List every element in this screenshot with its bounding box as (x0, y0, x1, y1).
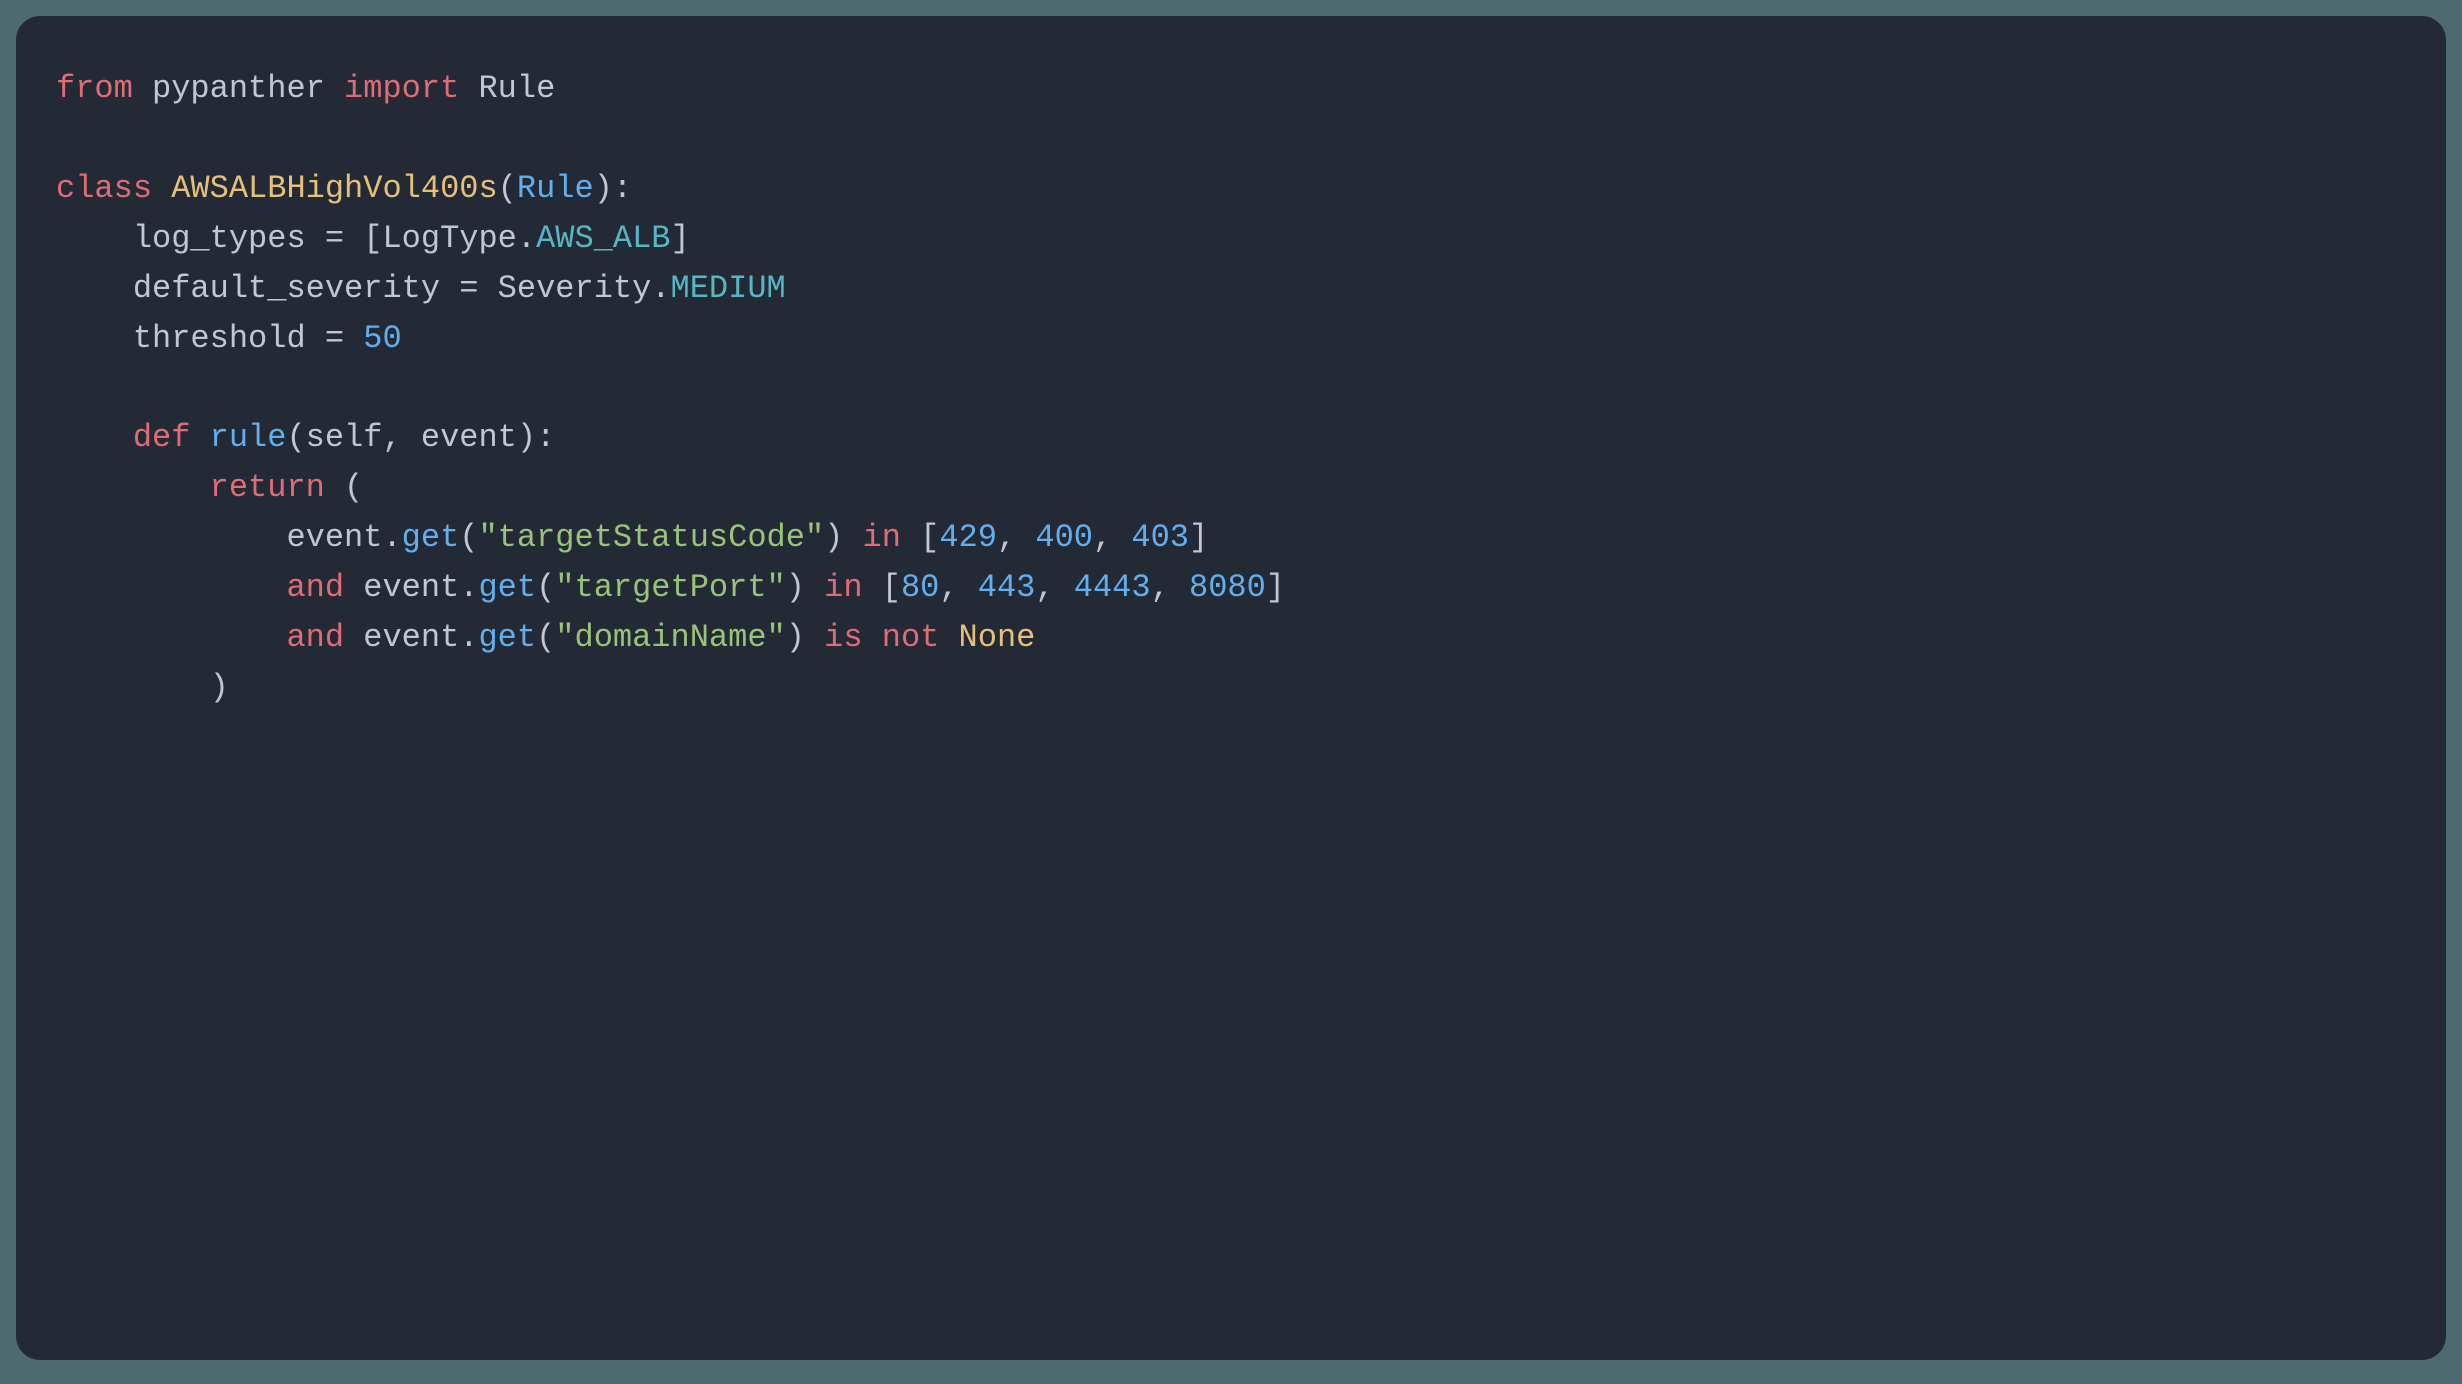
number-80: 80 (901, 569, 939, 606)
paren-close: ) (824, 519, 862, 556)
number-8080: 8080 (1189, 569, 1266, 606)
keyword-import: import (344, 70, 459, 107)
paren-open: ( (286, 419, 305, 456)
paren-close: ) (786, 569, 824, 606)
keyword-is: is (824, 619, 862, 656)
comma: , (382, 419, 420, 456)
paren-close-colon: ): (594, 170, 632, 207)
bracket-open: [ (863, 569, 901, 606)
obj-event: event (363, 619, 459, 656)
fn-rule: rule (210, 419, 287, 456)
space (344, 569, 363, 606)
number-443: 443 (978, 569, 1036, 606)
paren-close: ) (786, 619, 824, 656)
dot: . (651, 270, 670, 307)
code-block: from pypanther import Rule class AWSALBH… (56, 64, 2406, 713)
dot: . (517, 220, 536, 257)
attr-medium: MEDIUM (671, 270, 786, 307)
method-get: get (478, 569, 536, 606)
param-self: self (306, 419, 383, 456)
number-429: 429 (939, 519, 997, 556)
obj-event: event (286, 519, 382, 556)
keyword-return: return (210, 469, 325, 506)
module-name: pypanther (152, 70, 325, 107)
keyword-in: in (824, 569, 862, 606)
comma: , (997, 519, 1035, 556)
assign: = (440, 270, 498, 307)
class-name: AWSALBHighVol400s (171, 170, 497, 207)
paren-open: ( (459, 519, 478, 556)
paren-close-colon: ): (517, 419, 555, 456)
obj-event: event (363, 569, 459, 606)
paren-close: ) (210, 669, 229, 706)
bracket-close: ] (1266, 569, 1285, 606)
var-threshold: threshold (133, 320, 306, 357)
number-400: 400 (1035, 519, 1093, 556)
type-logtype: LogType (382, 220, 516, 257)
keyword-from: from (56, 70, 133, 107)
keyword-not: not (882, 619, 940, 656)
comma: , (939, 569, 977, 606)
param-event: event (421, 419, 517, 456)
string-target-status-code: "targetStatusCode" (478, 519, 824, 556)
method-get: get (478, 619, 536, 656)
base-class: Rule (517, 170, 594, 207)
method-get: get (402, 519, 460, 556)
keyword-and: and (286, 619, 344, 656)
paren-open: ( (536, 619, 555, 656)
keyword-class: class (56, 170, 152, 207)
keyword-in: in (863, 519, 901, 556)
space (939, 619, 958, 656)
assign-bracket: = [ (306, 220, 383, 257)
import-name: Rule (478, 70, 555, 107)
comma: , (1035, 569, 1073, 606)
space (344, 619, 363, 656)
dot: . (459, 569, 478, 606)
paren-open: ( (325, 469, 363, 506)
dot: . (382, 519, 401, 556)
number-50: 50 (363, 320, 401, 357)
space (863, 619, 882, 656)
bracket-open: [ (901, 519, 939, 556)
dot: . (459, 619, 478, 656)
string-domain-name: "domainName" (555, 619, 785, 656)
bracket-close: ] (1189, 519, 1208, 556)
paren-open: ( (498, 170, 517, 207)
number-403: 403 (1131, 519, 1189, 556)
keyword-and: and (286, 569, 344, 606)
comma: , (1093, 519, 1131, 556)
code-card: from pypanther import Rule class AWSALBH… (16, 16, 2446, 1360)
number-4443: 4443 (1074, 569, 1151, 606)
paren-open: ( (536, 569, 555, 606)
type-severity: Severity (498, 270, 652, 307)
bracket-close: ] (671, 220, 690, 257)
keyword-def: def (133, 419, 191, 456)
literal-none: None (959, 619, 1036, 656)
var-default-severity: default_severity (133, 270, 440, 307)
comma: , (1151, 569, 1189, 606)
assign: = (306, 320, 364, 357)
var-log-types: log_types (133, 220, 306, 257)
string-target-port: "targetPort" (555, 569, 785, 606)
attr-aws-alb: AWS_ALB (536, 220, 670, 257)
